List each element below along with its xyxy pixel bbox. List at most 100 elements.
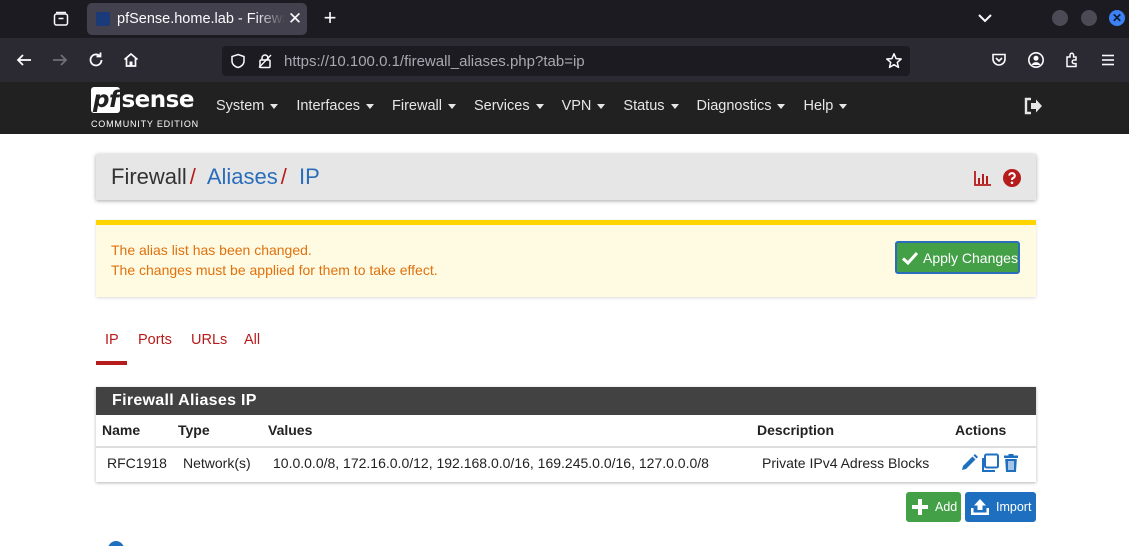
menu-label: Interfaces (296, 98, 361, 114)
caret-down-icon (597, 103, 606, 109)
logo-edition: COMMUNITY EDITION (91, 119, 199, 129)
breadcrumb: Firewall / Aliases / IP (111, 164, 320, 190)
pocket-icon[interactable] (988, 49, 1010, 71)
add-label: Add (935, 500, 958, 514)
breadcrumb-firewall: Firewall (111, 164, 187, 189)
browser-tab-active[interactable]: pfSense.home.lab - Firewall: Aliases: IP… (87, 3, 307, 35)
menu-label: Status (623, 98, 665, 114)
caret-down-icon (670, 103, 679, 109)
help-question-icon[interactable] (1002, 168, 1022, 188)
new-tab-icon[interactable]: + (318, 7, 342, 31)
caret-down-icon (535, 103, 544, 109)
menu-label: Firewall (392, 98, 442, 114)
tab-all[interactable]: All (244, 332, 260, 348)
table-title: Firewall Aliases IP (112, 392, 257, 409)
aliases-table-panel: Firewall Aliases IP Name Type Values Des… (96, 387, 1036, 482)
menu-status[interactable]: Status (623, 98, 679, 114)
logo-pf: pf (91, 87, 121, 113)
tab-ports[interactable]: Ports (138, 332, 172, 348)
home-icon[interactable] (120, 49, 142, 71)
pfsense-top-navbar: pf sense COMMUNITY EDITION System Interfa… (0, 82, 1129, 134)
minimize-window-icon[interactable] (1052, 10, 1068, 26)
column-header-values[interactable]: Values (268, 422, 312, 438)
pfsense-logo[interactable]: pf sense COMMUNITY EDITION (91, 87, 201, 131)
apply-changes-label: Apply Changes (923, 249, 1018, 266)
edit-pencil-icon[interactable] (959, 453, 979, 473)
url-text: https://10.100.0.1/firewall_aliases.php?… (284, 53, 585, 70)
breadcrumb-ip-link[interactable]: IP (299, 164, 320, 189)
url-host: https://10.100.0.1 (284, 53, 400, 70)
menu-system[interactable]: System (216, 98, 279, 114)
hamburger-menu-icon[interactable] (1097, 49, 1119, 71)
menu-label: System (216, 98, 265, 114)
tab-ip[interactable]: IP (105, 332, 119, 348)
caret-down-icon (777, 103, 786, 109)
cell-type: Network(s) (183, 455, 251, 471)
menu-label: Diagnostics (696, 98, 772, 114)
menu-label: Services (473, 98, 530, 114)
menu-diagnostics[interactable]: Diagnostics (697, 98, 786, 114)
reload-icon[interactable] (85, 49, 107, 71)
import-button[interactable]: Import (965, 492, 1036, 522)
tab-urls[interactable]: URLs (191, 332, 227, 348)
menu-label: Help (803, 98, 834, 114)
url-path: /firewall_aliases.php?tab=ip (399, 53, 585, 70)
menu-interfaces[interactable]: Interfaces (296, 98, 375, 114)
menu-services[interactable]: Services (474, 98, 544, 114)
caret-down-icon (447, 103, 456, 109)
menu-vpn[interactable]: VPN (562, 98, 606, 114)
breadcrumb-separator: / (189, 164, 196, 189)
logo-sense: sense (121, 87, 194, 113)
pfsense-favicon-icon (96, 12, 110, 26)
menu-firewall[interactable]: Firewall (392, 98, 456, 114)
caret-down-icon (270, 103, 279, 109)
bar-chart-icon[interactable] (973, 168, 993, 188)
tab-list-icon[interactable] (48, 6, 74, 32)
close-tab-icon[interactable]: ✕ (286, 9, 304, 29)
column-header-type[interactable]: Type (178, 422, 210, 438)
plus-icon (912, 499, 928, 515)
column-header-name[interactable]: Name (102, 422, 140, 438)
column-header-actions: Actions (955, 422, 1007, 438)
breadcrumb-aliases-link[interactable]: Aliases (207, 164, 278, 189)
close-window-icon[interactable]: ✕ (1109, 10, 1125, 26)
browser-nav-bar: https://10.100.0.1/firewall_aliases.php?… (0, 38, 1129, 82)
menu-label: VPN (561, 98, 592, 114)
menu-help[interactable]: Help (803, 98, 848, 114)
bookmark-star-icon[interactable] (883, 50, 905, 72)
trash-icon[interactable] (1001, 453, 1021, 473)
table-heading: Firewall Aliases IP (96, 387, 1036, 415)
add-button[interactable]: Add (906, 492, 961, 522)
header-divider (96, 446, 1036, 448)
cell-values: 10.0.0.0/8, 172.16.0.0/12, 192.168.0.0/1… (273, 455, 709, 471)
breadcrumb-separator: / (280, 164, 287, 189)
maximize-window-icon[interactable] (1081, 10, 1097, 26)
active-tab-indicator (96, 361, 127, 365)
alert-line-1: The alias list has been changed. (111, 242, 312, 258)
account-icon[interactable] (1025, 49, 1047, 71)
caret-down-icon (839, 103, 848, 109)
caret-down-icon (366, 103, 375, 109)
alert-line-2: The changes must be applied for them to … (111, 262, 438, 278)
main-menu: System Interfaces Firewall Services VPN … (216, 98, 865, 114)
column-header-description[interactable]: Description (757, 422, 834, 438)
forward-arrow-icon[interactable] (49, 49, 71, 71)
tracking-shield-icon[interactable] (227, 50, 249, 72)
lock-warning-icon[interactable] (254, 50, 276, 72)
browser-tab-bar: pfSense.home.lab - Firewall: Aliases: IP… (0, 0, 1129, 38)
cell-name: RFC1918 (107, 455, 167, 471)
back-arrow-icon[interactable] (13, 49, 35, 71)
copy-icon[interactable] (980, 453, 1000, 473)
address-bar[interactable]: https://10.100.0.1/firewall_aliases.php?… (222, 46, 910, 76)
check-icon (901, 251, 919, 265)
info-icon[interactable] (108, 541, 124, 546)
cell-description: Private IPv4 Adress Blocks (762, 455, 930, 471)
extensions-icon[interactable] (1061, 49, 1083, 71)
logo-wordmark: pf sense (91, 87, 194, 117)
apply-changes-button[interactable]: Apply Changes (895, 241, 1020, 274)
logout-icon[interactable] (1022, 95, 1044, 117)
upload-icon (971, 499, 989, 515)
tab-title-fade (255, 7, 285, 31)
chevron-down-icon[interactable] (974, 7, 996, 29)
breadcrumb-panel: Firewall / Aliases / IP (96, 154, 1036, 200)
